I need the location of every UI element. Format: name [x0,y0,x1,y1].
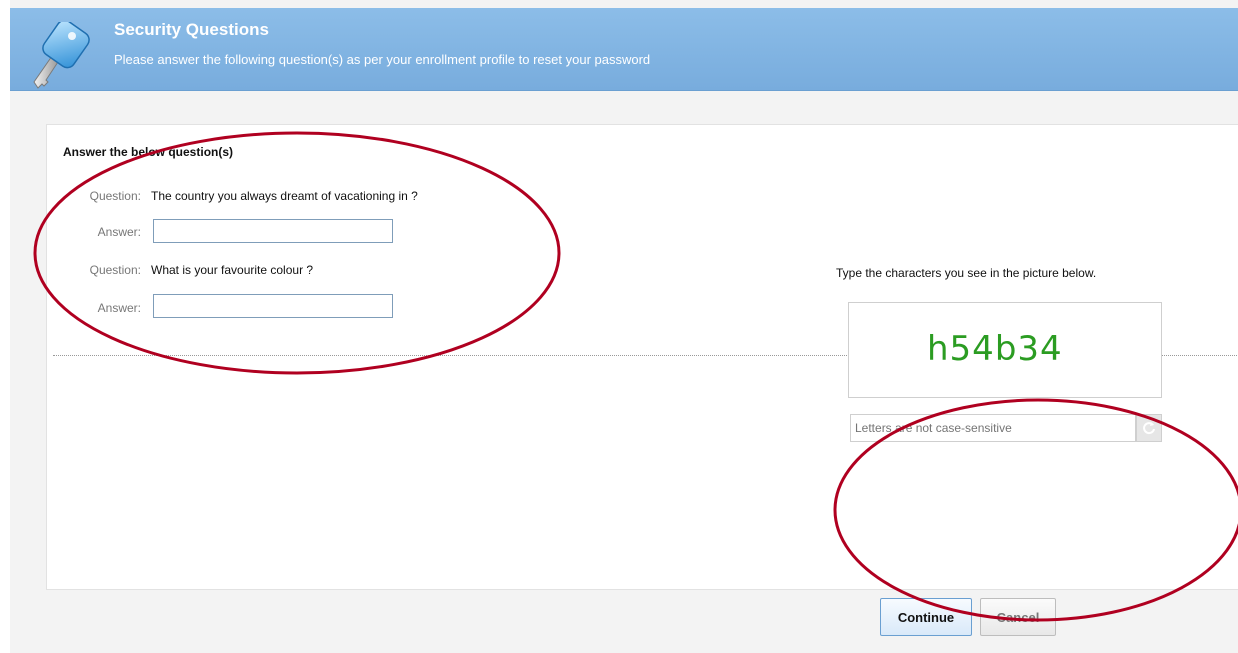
page-subtitle: Please answer the following question(s) … [114,52,651,67]
captcha-image: h54b34 [848,302,1162,398]
question-label-1: Question: [89,189,141,203]
answer-input-1[interactable] [153,219,393,243]
page-title: Security Questions [114,20,269,39]
page-header: Security Questions Please answer the fol… [10,8,1238,91]
captcha-prompt: Type the characters you see in the pictu… [836,266,1097,280]
question-text-1: The country you always dreamt of vacatio… [151,189,418,203]
section-title: Answer the below question(s) [63,145,234,159]
cancel-button[interactable]: Cancel [980,598,1056,636]
answer-label-1: Answer: [97,225,141,239]
answer-label-2: Answer: [97,301,141,315]
captcha-refresh-button[interactable] [1136,414,1162,442]
question-text-2: What is your favourite colour ? [151,263,314,277]
captcha-input[interactable] [850,414,1136,442]
answer-input-2[interactable] [153,294,393,318]
continue-button[interactable]: Continue [880,598,972,636]
captcha-characters: h54b34 [927,329,1063,369]
key-icon [33,22,90,89]
refresh-icon [1143,422,1155,435]
question-label-2: Question: [89,263,141,277]
